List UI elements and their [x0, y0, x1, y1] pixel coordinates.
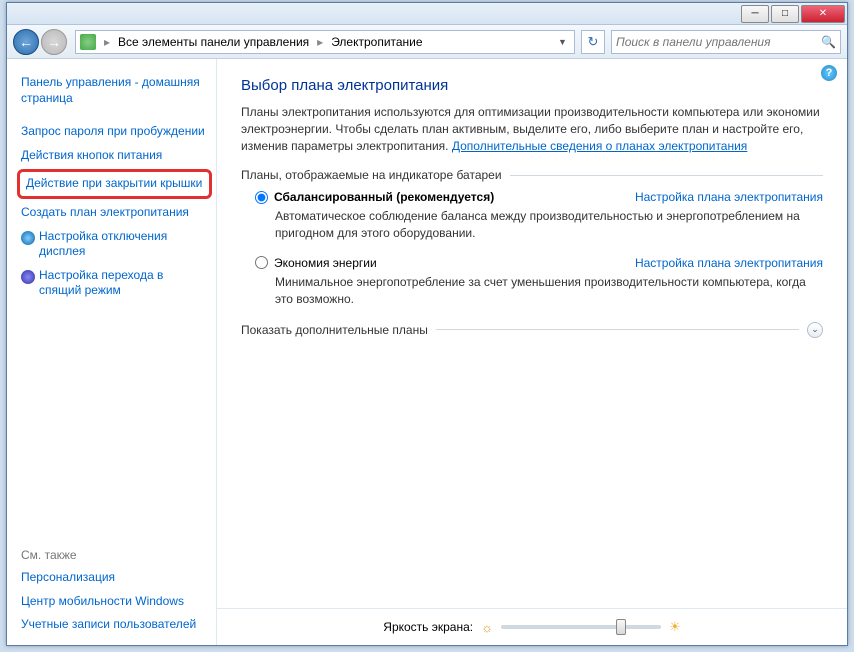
breadcrumb-seg-power[interactable]: Электропитание: [327, 35, 426, 49]
plans-group-label: Планы, отображаемые на индикаторе батаре…: [241, 168, 823, 182]
plan-balanced-radio[interactable]: [255, 191, 268, 204]
chevron-down-icon: ⌄: [807, 322, 823, 338]
search-input[interactable]: [616, 35, 821, 49]
sidebar-link-sleep[interactable]: Настройка перехода в спящий режим: [21, 264, 208, 303]
see-also-heading: См. также: [21, 548, 208, 562]
sun-bright-icon: ☀: [669, 619, 681, 635]
plan-powersave-radio[interactable]: [255, 256, 268, 269]
plan-balanced-desc: Автоматическое соблюдение баланса между …: [275, 208, 823, 242]
display-icon: [21, 231, 35, 245]
sidebar-link-power-buttons[interactable]: Действия кнопок питания: [21, 144, 208, 168]
sidebar-link-mobility-center[interactable]: Центр мобильности Windows: [21, 590, 208, 614]
sidebar-link-personalization[interactable]: Персонализация: [21, 566, 208, 590]
sidebar-link-wake-password[interactable]: Запрос пароля при пробуждении: [21, 120, 208, 144]
page-title: Выбор плана электропитания: [241, 77, 823, 94]
maximize-button[interactable]: □: [771, 5, 799, 23]
intro-more-link[interactable]: Дополнительные сведения о планах электро…: [452, 139, 747, 153]
help-icon[interactable]: ?: [821, 65, 837, 81]
sidebar-home[interactable]: Панель управления - домашняя страница: [21, 71, 208, 110]
brightness-bar: Яркость экрана: ☼ ☀: [217, 608, 847, 635]
sidebar-link-lid-close[interactable]: Действие при закрытии крышки: [17, 169, 212, 199]
close-button[interactable]: ✕: [801, 5, 845, 23]
sun-dim-icon: ☼: [481, 620, 493, 635]
brightness-thumb[interactable]: [616, 619, 626, 635]
plan-powersave: Экономия энергии Настройка плана электро…: [255, 256, 823, 308]
breadcrumb-dropdown[interactable]: ▼: [554, 37, 570, 47]
back-button[interactable]: ←: [13, 29, 39, 55]
brightness-label: Яркость экрана:: [383, 620, 473, 634]
minimize-button[interactable]: ─: [741, 5, 769, 23]
control-panel-window: ─ □ ✕ ← → ▸ Все элементы панели управлен…: [6, 2, 848, 646]
navbar: ← → ▸ Все элементы панели управления ▸ Э…: [7, 25, 847, 59]
breadcrumb-sep: ▸: [100, 35, 114, 49]
intro-text: Планы электропитания используются для оп…: [241, 104, 823, 154]
sidebar-link-create-plan[interactable]: Создать план электропитания: [21, 201, 208, 225]
plan-powersave-name: Экономия энергии: [274, 256, 377, 270]
refresh-button[interactable]: ↻: [581, 30, 605, 54]
moon-icon: [21, 270, 35, 284]
search-box[interactable]: 🔍: [611, 30, 841, 54]
breadcrumb-seg-all[interactable]: Все элементы панели управления: [114, 35, 313, 49]
plan-balanced-configure[interactable]: Настройка плана электропитания: [635, 190, 823, 204]
titlebar: ─ □ ✕: [7, 3, 847, 25]
plan-powersave-configure[interactable]: Настройка плана электропитания: [635, 256, 823, 270]
breadcrumb-sep: ▸: [313, 35, 327, 49]
show-more-plans[interactable]: Показать дополнительные планы ⌄: [241, 322, 823, 338]
plan-balanced: Сбалансированный (рекомендуется) Настрой…: [255, 190, 823, 242]
power-icon: [80, 34, 96, 50]
sidebar-link-display-off[interactable]: Настройка отключения дисплея: [21, 225, 208, 264]
sidebar: Панель управления - домашняя страница За…: [7, 59, 217, 645]
brightness-slider[interactable]: [501, 625, 661, 629]
sidebar-link-user-accounts[interactable]: Учетные записи пользователей: [21, 613, 208, 637]
search-icon[interactable]: 🔍: [821, 35, 836, 49]
plan-balanced-name: Сбалансированный (рекомендуется): [274, 190, 494, 204]
content-area: ? Выбор плана электропитания Планы элект…: [217, 59, 847, 645]
plan-powersave-desc: Минимальное энергопотребление за счет ум…: [275, 274, 823, 308]
breadcrumb[interactable]: ▸ Все элементы панели управления ▸ Элект…: [75, 30, 575, 54]
forward-button[interactable]: →: [41, 29, 67, 55]
